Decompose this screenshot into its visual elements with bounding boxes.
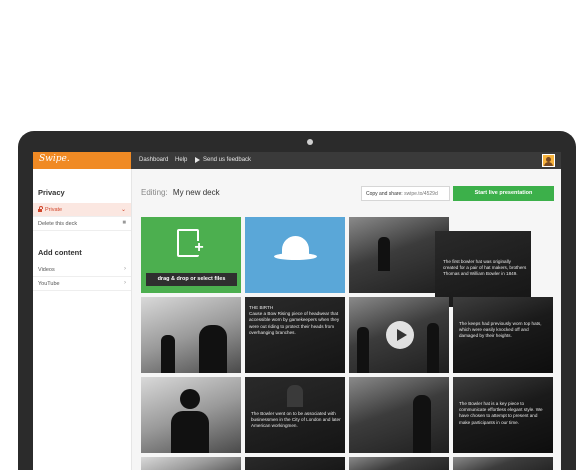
slide-caption: The Bowler went on to be associated with… bbox=[251, 411, 341, 429]
slide-tile-street[interactable] bbox=[349, 377, 449, 453]
plus-icon: + bbox=[192, 240, 206, 256]
nav-feedback[interactable]: Send us feedback bbox=[195, 157, 251, 163]
slide-tile-crowd[interactable] bbox=[141, 297, 241, 373]
lock-icon bbox=[38, 206, 43, 212]
figure bbox=[199, 325, 227, 373]
nav-help[interactable]: Help bbox=[175, 157, 187, 163]
chevron-right-icon: › bbox=[124, 266, 126, 272]
slide-tile-caption-2[interactable]: THE BIRTH Cause a Bow Rising piece of he… bbox=[245, 297, 345, 373]
delete-deck-item[interactable]: Delete this deck ■ bbox=[33, 217, 131, 231]
figure bbox=[161, 335, 175, 373]
hat-brim bbox=[274, 253, 317, 260]
main-area: Editing: My new deck Copy and share: swi… bbox=[132, 169, 561, 470]
chevron-right-icon: › bbox=[124, 280, 126, 286]
slide-tile-caption-4[interactable]: The Bowler went on to be associated with… bbox=[245, 377, 345, 453]
head bbox=[180, 389, 200, 409]
add-videos-item[interactable]: Videos › bbox=[33, 263, 131, 277]
slide-tile[interactable] bbox=[141, 457, 241, 470]
slide-caption: THE BIRTH Cause a Bow Rising piece of he… bbox=[249, 305, 341, 336]
start-live-presentation-button[interactable]: Start live presentation bbox=[453, 186, 554, 201]
slide-caption-body: Cause a Bow Rising piece of headwear tha… bbox=[249, 311, 340, 335]
share-label: Copy and share: bbox=[366, 191, 403, 197]
app-screen: Swipe. Dashboard Help Send us feedback P… bbox=[33, 152, 561, 470]
slide-tile-caption-3[interactable]: The keeps had previously worn top hats, … bbox=[453, 297, 553, 373]
figure bbox=[171, 411, 209, 453]
chevron-down-icon: ⌄ bbox=[120, 207, 126, 213]
send-icon bbox=[195, 157, 200, 163]
slide-tile[interactable] bbox=[245, 457, 345, 470]
slide-caption: The first bowler hat was originally crea… bbox=[443, 259, 527, 277]
top-bar: Swipe. Dashboard Help Send us feedback bbox=[33, 152, 561, 169]
nav-dashboard[interactable]: Dashboard bbox=[139, 157, 168, 163]
privacy-heading: Privacy bbox=[38, 188, 65, 197]
figure bbox=[287, 385, 303, 407]
share-link-field[interactable]: Copy and share: swipe.to/4529d bbox=[361, 186, 450, 201]
feedback-label: Send us feedback bbox=[203, 157, 252, 163]
drop-files-label: drag & drop or select files bbox=[146, 273, 237, 286]
deck-title: Editing: My new deck bbox=[141, 188, 220, 197]
videos-label: Videos bbox=[38, 267, 55, 273]
figure bbox=[357, 327, 369, 373]
figure bbox=[427, 323, 439, 373]
slide-tile-caption-5[interactable]: The Bowler hat is a key piece to communi… bbox=[453, 377, 553, 453]
youtube-label: YouTube bbox=[38, 281, 60, 287]
slide-tile-portrait[interactable] bbox=[141, 377, 241, 453]
figure bbox=[378, 237, 390, 271]
user-avatar-icon[interactable] bbox=[542, 154, 555, 167]
deck-name[interactable]: My new deck bbox=[173, 188, 220, 197]
privacy-private-select[interactable]: Private ⌄ bbox=[33, 203, 131, 217]
share-code: swipe.to/4529d bbox=[404, 191, 438, 197]
delete-label: Delete this deck bbox=[38, 221, 78, 227]
add-content-heading: Add content bbox=[38, 248, 82, 257]
slide-tile-video[interactable] bbox=[349, 297, 449, 373]
slide-caption: The keeps had previously worn top hats, … bbox=[459, 321, 542, 339]
camera-dot bbox=[307, 139, 313, 145]
upload-tile[interactable]: + drag & drop or select files bbox=[141, 217, 241, 293]
slide-tile-hat[interactable] bbox=[245, 217, 345, 293]
logo-text: Swipe. bbox=[39, 154, 70, 164]
sidebar: Privacy Private ⌄ Delete this deck ■ Add… bbox=[33, 169, 132, 470]
figure bbox=[413, 395, 431, 453]
slide-tile[interactable] bbox=[349, 457, 449, 470]
editing-label: Editing: bbox=[141, 188, 168, 197]
play-icon[interactable] bbox=[386, 321, 414, 349]
slide-caption: The Bowler hat is a key piece to communi… bbox=[459, 401, 543, 425]
slide-tile[interactable] bbox=[453, 457, 553, 470]
trash-icon: ■ bbox=[122, 220, 126, 226]
avatar-body bbox=[544, 162, 553, 166]
logo[interactable]: Swipe. bbox=[33, 152, 131, 169]
add-youtube-item[interactable]: YouTube › bbox=[33, 277, 131, 291]
private-label: Private bbox=[45, 207, 63, 213]
slide-tile-photo[interactable] bbox=[349, 217, 449, 293]
slide-tile-caption-1[interactable]: The first bowler hat was originally crea… bbox=[435, 231, 531, 307]
